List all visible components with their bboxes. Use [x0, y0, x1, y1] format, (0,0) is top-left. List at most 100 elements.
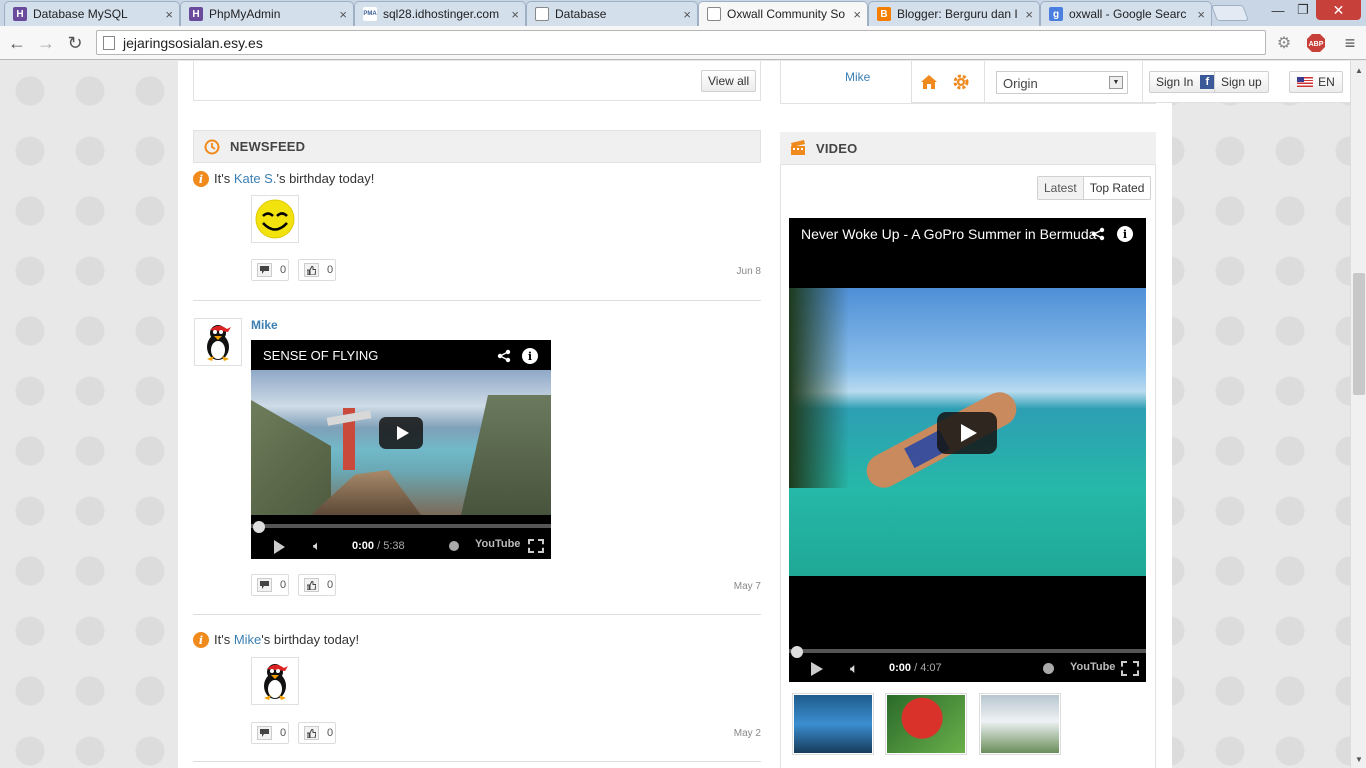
play-icon[interactable]	[274, 540, 285, 554]
text-suffix: 's birthday today!	[261, 632, 360, 647]
new-tab-button[interactable]	[1211, 5, 1249, 21]
user-link[interactable]: Mike	[845, 70, 870, 84]
close-icon[interactable]: ×	[683, 7, 691, 22]
play-icon[interactable]	[811, 662, 823, 676]
seek-knob[interactable]	[253, 521, 265, 533]
comment-count: 0	[280, 264, 287, 276]
feed-divider	[193, 614, 761, 615]
scroll-up-icon[interactable]: ▲	[1351, 63, 1366, 77]
close-icon[interactable]: ×	[511, 7, 519, 22]
author-link[interactable]: Mike	[251, 318, 278, 332]
watch-later-icon[interactable]	[1043, 663, 1054, 674]
info-icon[interactable]: i	[1117, 226, 1133, 242]
comment-counter[interactable]: 0	[251, 574, 289, 596]
facebook-icon: f	[1200, 75, 1215, 89]
window-close-icon[interactable]: ✕	[1316, 0, 1361, 20]
share-icon[interactable]	[1090, 226, 1106, 242]
browser-tab[interactable]: B Blogger: Berguru dan I ×	[868, 1, 1040, 26]
play-button[interactable]	[937, 412, 997, 454]
video-player-sense-of-flying[interactable]: SENSE OF FLYING i 🔈︎ 0:00 / 5:38 YouTube	[251, 340, 551, 559]
close-icon[interactable]: ×	[165, 7, 173, 22]
home-icon[interactable]	[920, 73, 938, 91]
birthday-avatar[interactable]	[251, 657, 299, 705]
youtube-logo[interactable]: YouTube	[475, 538, 520, 550]
avatar[interactable]	[194, 318, 242, 366]
text-prefix: It's	[214, 171, 234, 186]
comment-icon	[257, 263, 272, 277]
text-prefix: It's	[214, 632, 234, 647]
video-progress-bar[interactable]	[251, 524, 551, 528]
watch-later-icon[interactable]	[449, 541, 459, 551]
like-counter[interactable]: 0	[298, 259, 336, 281]
comment-icon	[257, 578, 272, 592]
browser-tab-active[interactable]: Oxwall Community So ×	[698, 1, 868, 26]
address-bar[interactable]: jejaringsosialan.esy.es	[96, 30, 1266, 55]
language-switcher[interactable]: EN	[1289, 71, 1343, 93]
feed-text: It's Mike's birthday today!	[214, 632, 359, 647]
restore-icon[interactable]: ❐	[1293, 0, 1313, 20]
reload-icon[interactable]: ↻	[64, 32, 86, 54]
adblock-icon[interactable]: ABP	[1306, 33, 1326, 53]
minimize-icon[interactable]: —	[1268, 0, 1288, 20]
sign-in-button[interactable]: Sign In f	[1149, 71, 1222, 93]
gear-icon[interactable]: ⚙	[1274, 33, 1294, 53]
sign-up-button[interactable]: Sign up	[1214, 71, 1269, 93]
like-count: 0	[327, 727, 334, 739]
newsfeed-header: NEWSFEED	[193, 130, 761, 163]
user-link[interactable]: Mike	[234, 632, 261, 647]
like-counter[interactable]: 0	[298, 722, 336, 744]
close-icon[interactable]: ×	[1025, 7, 1033, 22]
user-link[interactable]: Kate S.	[234, 171, 277, 186]
console-bar: Sign In f Sign up EN	[911, 61, 1357, 103]
video-thumbnail[interactable]	[885, 693, 967, 755]
us-flag-icon	[1297, 77, 1314, 87]
like-counter[interactable]: 0	[298, 574, 336, 596]
youtube-logo[interactable]: YouTube	[1070, 661, 1115, 673]
browser-tab[interactable]: H Database MySQL ×	[4, 1, 180, 26]
forward-icon[interactable]: →	[35, 32, 57, 54]
video-title[interactable]: SENSE OF FLYING	[263, 348, 378, 363]
current-time: 0:00	[889, 662, 912, 674]
close-icon[interactable]: ×	[339, 7, 347, 22]
video-thumbnail[interactable]	[979, 693, 1061, 755]
view-all-button[interactable]: View all	[701, 70, 757, 92]
close-icon[interactable]: ×	[1197, 7, 1205, 22]
like-count: 0	[327, 264, 334, 276]
time-display: 0:00 / 4:07	[889, 662, 942, 674]
tab-title: PhpMyAdmin	[209, 7, 281, 21]
scroll-down-icon[interactable]: ▼	[1351, 752, 1366, 766]
theme-select[interactable]: Origin ▼	[996, 71, 1128, 94]
fullscreen-icon[interactable]	[528, 539, 544, 553]
tab-latest[interactable]: Latest	[1038, 177, 1084, 199]
fullscreen-icon[interactable]	[1121, 661, 1139, 676]
video-player-bermuda[interactable]: Never Woke Up - A GoPro Summer in Bermud…	[789, 218, 1146, 682]
browser-tab[interactable]: H PhpMyAdmin ×	[180, 1, 354, 26]
tree-shape	[789, 288, 849, 488]
theme-value: Origin	[1003, 76, 1038, 91]
newsfeed-title: NEWSFEED	[230, 139, 306, 154]
comment-counter[interactable]: 0	[251, 259, 289, 281]
video-thumbnail[interactable]	[792, 693, 874, 755]
video-controls: 🔈︎ 0:00 / 5:38 YouTube	[251, 534, 551, 558]
volume-icon[interactable]: 🔈︎	[850, 660, 858, 677]
share-icon[interactable]	[496, 348, 512, 364]
back-icon[interactable]: ←	[6, 32, 28, 54]
page-scrollbar[interactable]: ▲ ▼	[1350, 61, 1366, 768]
scrollbar-thumb[interactable]	[1353, 273, 1365, 395]
browser-tab[interactable]: PMA sql28.idhostinger.com ×	[354, 1, 526, 26]
play-button[interactable]	[379, 417, 423, 449]
browser-tab[interactable]: g oxwall - Google Searc ×	[1040, 1, 1212, 26]
menu-icon[interactable]: ≡	[1340, 33, 1360, 53]
volume-icon[interactable]: 🔈︎	[313, 538, 321, 554]
feed-divider	[193, 300, 761, 301]
video-player-title[interactable]: Never Woke Up - A GoPro Summer in Bermud…	[801, 226, 1096, 242]
info-icon[interactable]: i	[522, 348, 538, 364]
birthday-avatar[interactable]	[251, 195, 299, 243]
comment-counter[interactable]: 0	[251, 722, 289, 744]
parrot-thumbnail-image	[887, 695, 965, 753]
browser-tab[interactable]: Database ×	[526, 1, 698, 26]
close-icon[interactable]: ×	[853, 7, 861, 22]
video-progress-bar[interactable]	[789, 649, 1146, 653]
tab-top-rated[interactable]: Top Rated	[1084, 177, 1151, 199]
gear-icon[interactable]	[952, 73, 970, 91]
